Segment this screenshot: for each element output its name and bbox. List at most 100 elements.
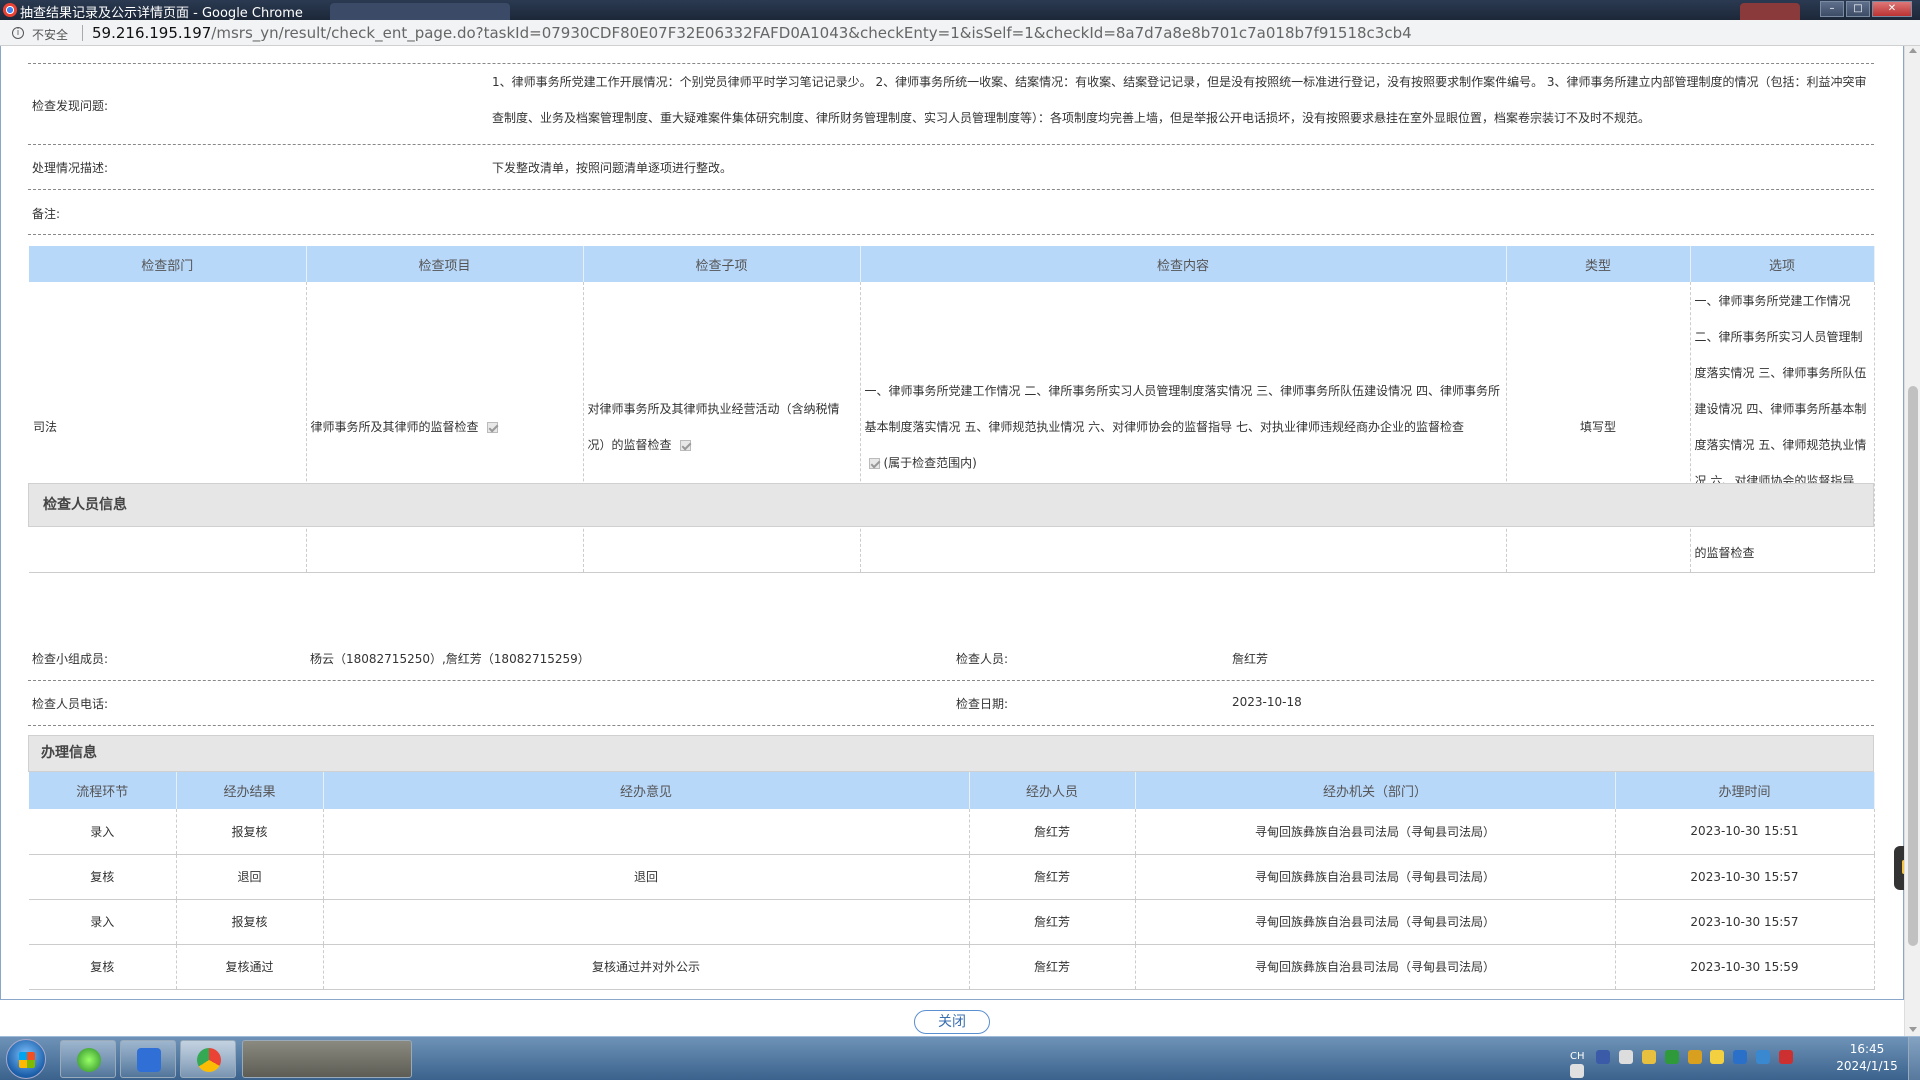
col-header: 办理时间 (1615, 772, 1875, 809)
col-header: 经办结果 (176, 772, 324, 809)
inspector-value: 詹红芳 (1232, 652, 1269, 666)
content-text: 一、律师事务所党建工作情况 二、律所事务所实习人员管理制度落实情况 三、律师事务… (864, 383, 1500, 434)
cell-opinion (323, 899, 970, 945)
input-language[interactable]: CH (1570, 1051, 1585, 1062)
cell-step: 录入 (29, 899, 177, 945)
section-header-process: 办理信息 (28, 735, 1874, 772)
table-row: 录入 报复核 詹红芳 寻甸回族彝族自治县司法局（寻甸县司法局） 2023-10-… (29, 899, 1875, 945)
cell-opinion (323, 809, 970, 855)
cell-step: 录入 (29, 809, 177, 855)
security-icon[interactable] (1664, 1049, 1679, 1064)
wps-icon (137, 1048, 161, 1072)
date-label: 检查日期: (956, 697, 1009, 711)
separator (82, 25, 83, 41)
minimize-button[interactable]: – (1820, 1, 1844, 17)
chrome-icon (3, 3, 17, 17)
app-tray-icon[interactable] (1756, 1049, 1771, 1064)
cell-result: 退回 (176, 854, 324, 900)
close-window-button[interactable]: ✕ (1872, 1, 1912, 17)
taskbar-app-chrome[interactable] (180, 1040, 236, 1078)
help-icon[interactable] (1596, 1049, 1611, 1064)
divider (28, 144, 1874, 145)
handling-label: 处理情况描述: (32, 161, 109, 175)
process-table: 流程环节 经办结果 经办意见 经办人员 经办机关（部门） 办理时间 录入 报复核… (29, 772, 1875, 990)
cell-time: 2023-10-30 15:59 (1615, 944, 1875, 990)
maximize-button[interactable]: □ (1846, 1, 1870, 17)
col-header: 经办人员 (969, 772, 1136, 809)
divider (28, 189, 1874, 190)
col-header: 选项 (1690, 246, 1875, 282)
lock-icon[interactable] (1710, 1049, 1725, 1064)
table-row: 司法 律师事务所及其律师的监督检查 对律师事务所及其律师执业经营活动（含纳税情况… (29, 282, 1875, 573)
item-cell: 律师事务所及其律师的监督检查 (306, 282, 584, 573)
cell-handler: 詹红芳 (969, 809, 1136, 855)
start-button[interactable] (6, 1039, 46, 1079)
address-bar[interactable]: i 不安全 59.216.195.197/msrs_yn/result/chec… (0, 20, 1920, 46)
network-icon[interactable] (1733, 1049, 1748, 1064)
cell-result: 报复核 (176, 899, 324, 945)
security-label[interactable]: 不安全 (32, 26, 68, 43)
system-tray: CH (1570, 1049, 1820, 1078)
cell-result: 报复核 (176, 809, 324, 855)
show-desktop-button[interactable] (1908, 1037, 1920, 1080)
taskbar: CH 16:45 2024/1/15 (0, 1036, 1920, 1080)
options-cell: 一、律师事务所党建工作情况 二、律所事务所实习人员管理制度落实情况 三、律师事务… (1690, 282, 1875, 573)
cell-handler: 詹红芳 (969, 944, 1136, 990)
cell-agency: 寻甸回族彝族自治县司法局（寻甸县司法局） (1135, 944, 1616, 990)
clock-time: 16:45 (1849, 1042, 1885, 1056)
page-content: 检查发现问题: 1、律师事务所党建工作开展情况：个别党员律师平时学习笔记记录少。… (0, 46, 1904, 1036)
window-titlebar: 抽查结果记录及公示详情页面 - Google Chrome – □ ✕ (0, 0, 1920, 21)
scrollbar-thumb[interactable] (1908, 386, 1918, 946)
cell-step: 复核 (29, 944, 177, 990)
cell-agency: 寻甸回族彝族自治县司法局（寻甸县司法局） (1135, 899, 1616, 945)
cell-result: 复核通过 (176, 944, 324, 990)
cell-time: 2023-10-30 15:51 (1615, 809, 1875, 855)
clock-date: 2024/1/15 (1836, 1059, 1898, 1073)
subitem-checkbox[interactable] (679, 439, 691, 451)
col-header: 检查项目 (306, 246, 584, 282)
cell-step: 复核 (29, 854, 177, 900)
content-checkbox[interactable] (868, 457, 880, 469)
url-path: /msrs_yn/result/check_ent_page.do?taskId… (211, 24, 1412, 42)
subitem-cell: 对律师事务所及其律师执业经营活动（含纳税情况）的监督检查 (583, 282, 861, 573)
taskbar-app-wps[interactable] (120, 1040, 176, 1078)
vertical-scrollbar[interactable] (1904, 46, 1920, 1036)
battery-icon[interactable] (1642, 1049, 1656, 1064)
cell-handler: 詹红芳 (969, 854, 1136, 900)
taskbar-app-window[interactable] (242, 1040, 412, 1078)
table-row: 复核 退回 退回 詹红芳 寻甸回族彝族自治县司法局（寻甸县司法局） 2023-1… (29, 854, 1875, 900)
col-header: 经办机关（部门） (1135, 772, 1616, 809)
findings-label: 检查发现问题: (32, 99, 109, 113)
table-row: 录入 报复核 詹红芳 寻甸回族彝族自治县司法局（寻甸县司法局） 2023-10-… (29, 809, 1875, 855)
check-table-header: 检查部门 检查项目 检查子项 检查内容 类型 选项 (29, 246, 1875, 282)
handling-value: 下发整改清单，按照问题清单逐项进行整改。 (492, 161, 733, 175)
col-header: 流程环节 (29, 772, 177, 809)
url-host: 59.216.195.197 (92, 24, 212, 42)
col-header: 检查部门 (29, 246, 307, 282)
url-text[interactable]: 59.216.195.197/msrs_yn/result/check_ent_… (92, 24, 1412, 42)
volume-icon[interactable] (1778, 1049, 1793, 1064)
scroll-down-arrow-icon[interactable] (1909, 1027, 1917, 1032)
close-button[interactable]: 关闭 (914, 1010, 990, 1034)
shield-icon[interactable] (1687, 1049, 1702, 1064)
taskbar-app-browser[interactable] (60, 1040, 116, 1078)
clock[interactable]: 16:45 2024/1/15 (1832, 1041, 1902, 1075)
table-row: 复核 复核通过 复核通过并对外公示 詹红芳 寻甸回族彝族自治县司法局（寻甸县司法… (29, 944, 1875, 990)
process-table-header: 流程环节 经办结果 经办意见 经办人员 经办机关（部门） 办理时间 (29, 772, 1875, 809)
tray-arrow-icon[interactable] (1619, 1049, 1634, 1064)
col-header: 类型 (1506, 246, 1691, 282)
cell-time: 2023-10-30 15:57 (1615, 899, 1875, 945)
item-checkbox[interactable] (486, 421, 498, 433)
cell-time: 2023-10-30 15:57 (1615, 854, 1875, 900)
background-tab[interactable] (330, 3, 510, 20)
content-cell: 一、律师事务所党建工作情况 二、律所事务所实习人员管理制度落实情况 三、律师事务… (860, 282, 1507, 573)
item-text: 律师事务所及其律师的监督检查 (310, 419, 479, 434)
windows-logo-icon (19, 1052, 35, 1068)
type-cell: 填写型 (1506, 282, 1691, 573)
display-icon[interactable] (1570, 1064, 1584, 1078)
info-icon[interactable]: i (12, 27, 24, 39)
cell-agency: 寻甸回族彝族自治县司法局（寻甸县司法局） (1135, 809, 1616, 855)
background-tab[interactable] (1740, 3, 1800, 20)
scroll-up-arrow-icon[interactable] (1909, 48, 1917, 53)
dept-cell: 司法 (29, 282, 307, 573)
